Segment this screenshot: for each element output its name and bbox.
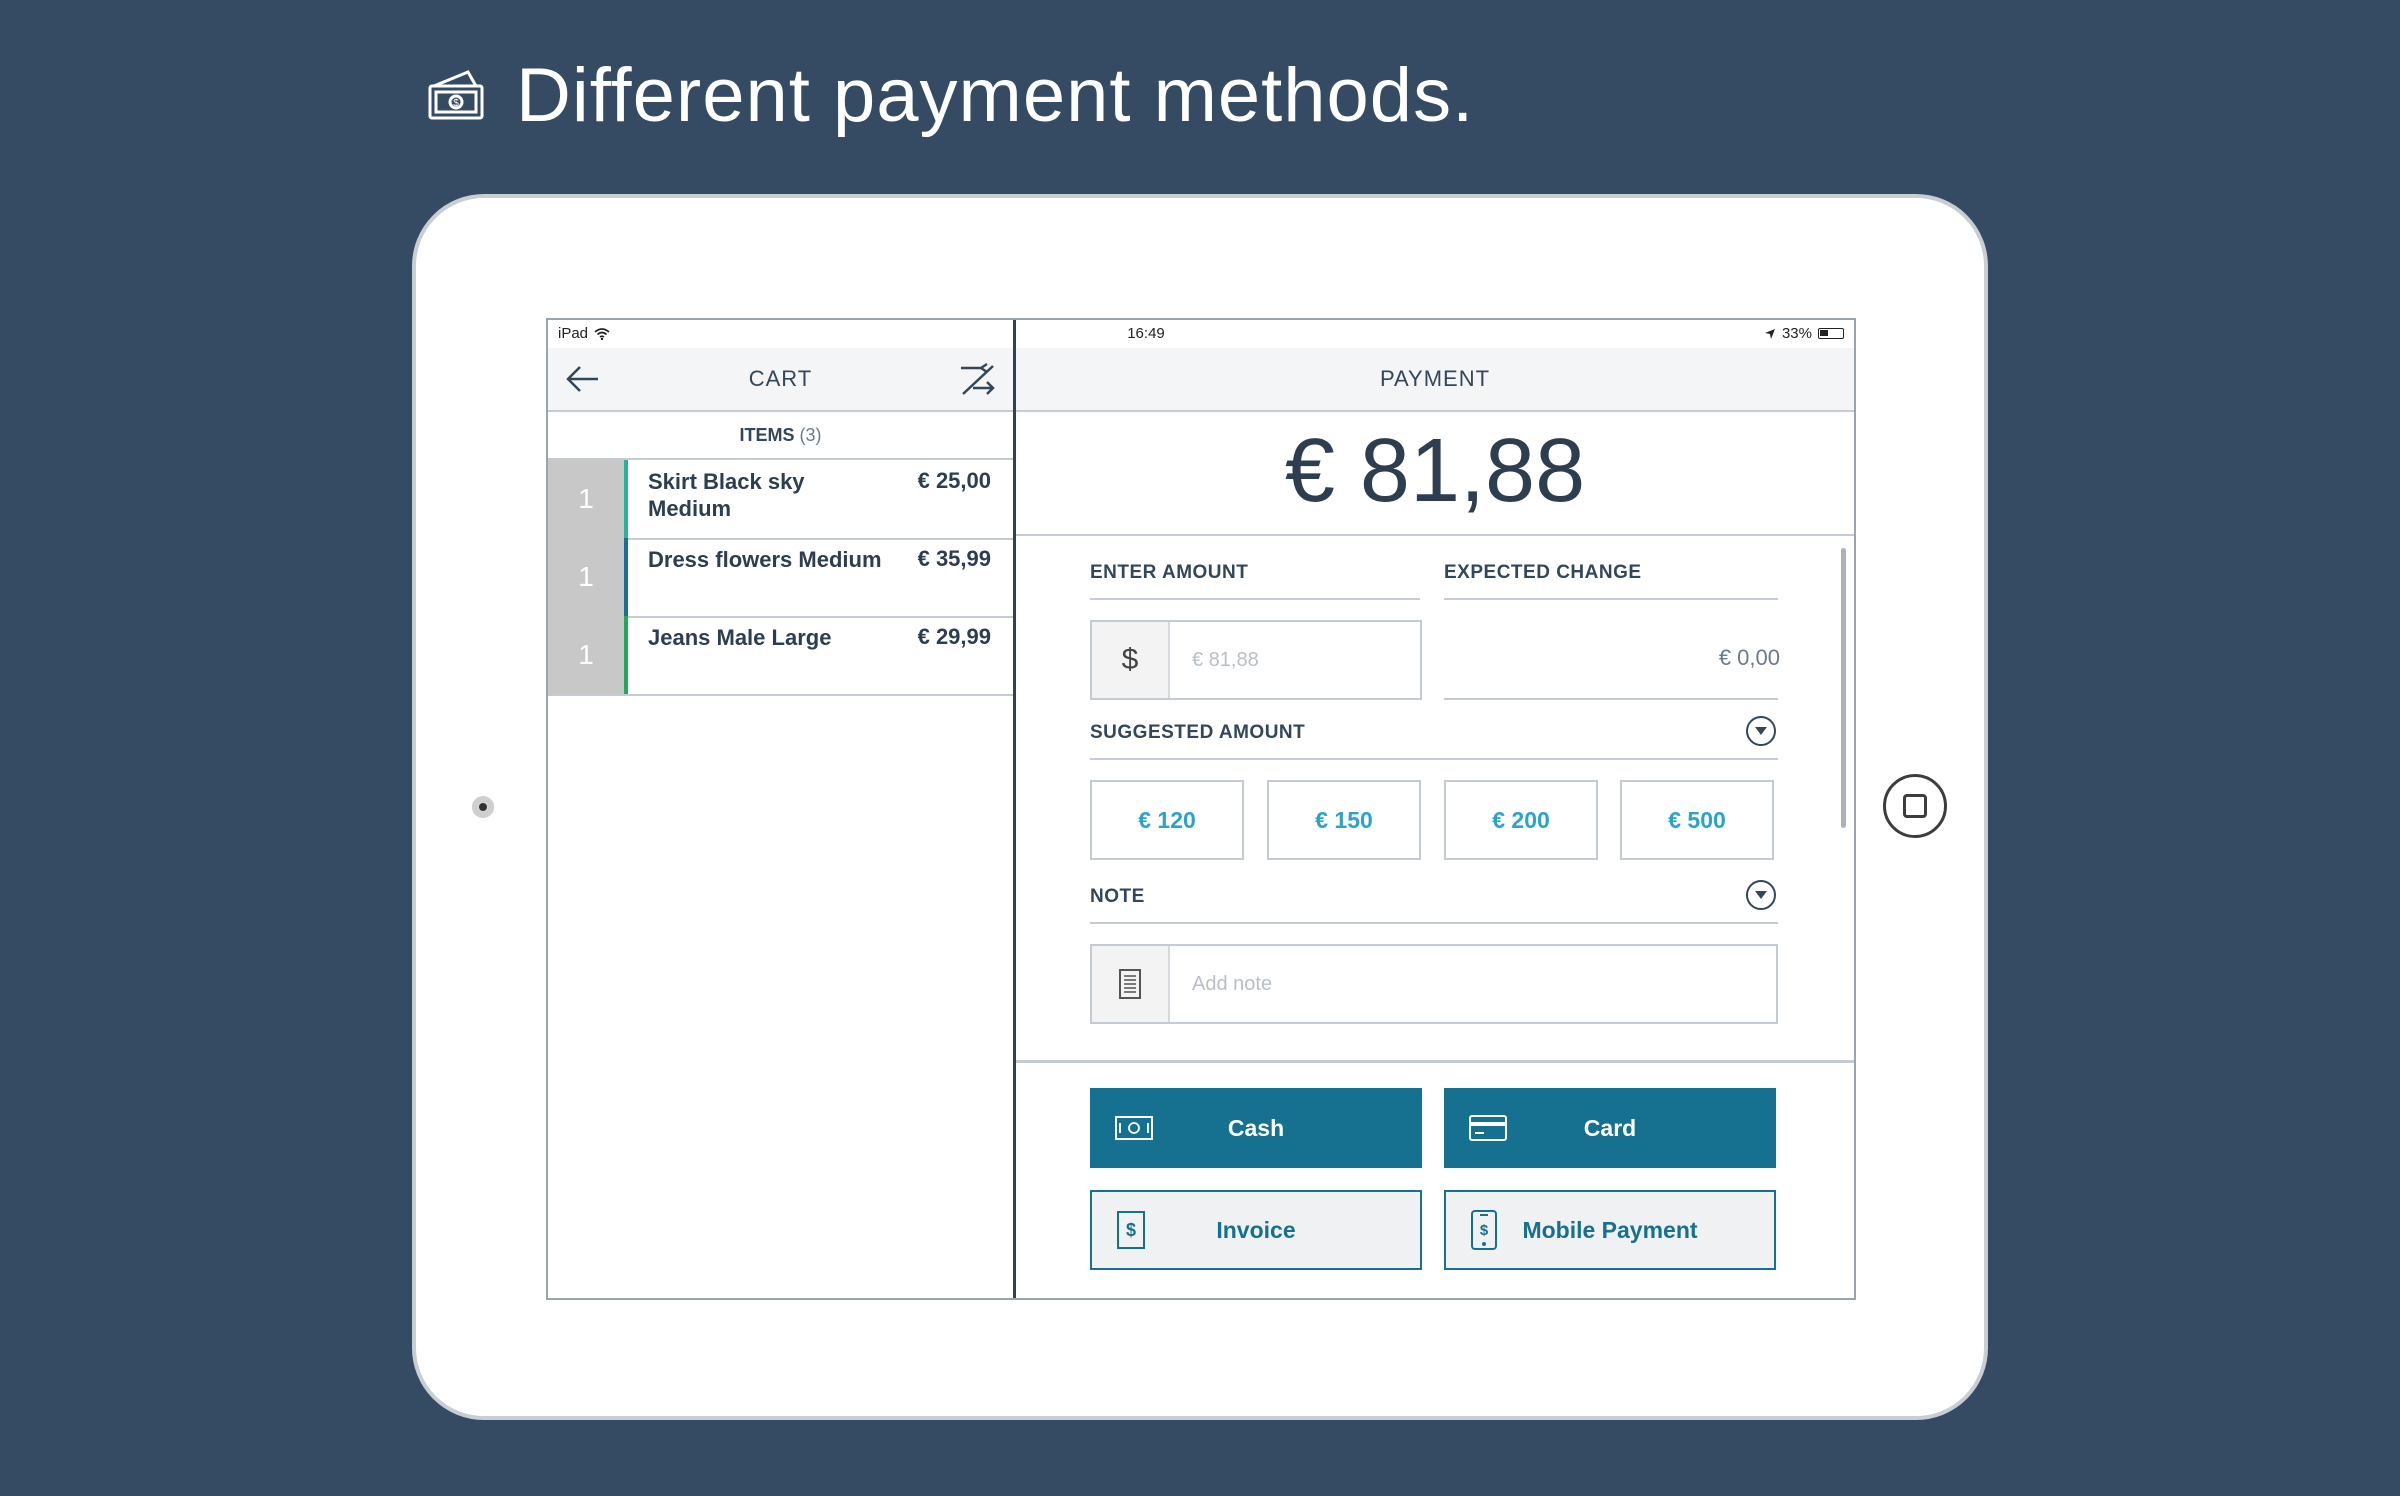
mobile-payment-button-label: Mobile Payment [1522,1216,1698,1243]
payment-pane: PAYMENT 16:49 33% € 81,88 ENTER AMOUNT E… [1016,320,1854,1298]
svg-text:$: $ [1126,1220,1136,1240]
divider [1444,698,1778,700]
note-label: NOTE [1090,886,1145,907]
battery-percent: 33% [1781,325,1812,342]
items-header: ITEMS (3) [548,412,1013,460]
status-bar-right: 16:49 33% [1016,320,1854,348]
location-arrow-icon [1764,328,1775,339]
scrollbar[interactable] [1841,548,1846,828]
note-input[interactable]: Add note [1090,944,1778,1024]
camera-icon [472,796,494,818]
divider [1444,598,1778,600]
payment-nav-bar: PAYMENT [1016,348,1854,412]
suggested-amount-label: SUGGESTED AMOUNT [1090,722,1306,743]
payment-title: PAYMENT [1379,366,1491,391]
card-button-label: Card [1583,1114,1637,1141]
svg-text:$: $ [453,98,459,109]
battery-icon [1818,328,1844,339]
invoice-icon: $ [1117,1211,1145,1249]
item-quantity[interactable]: 1 [548,538,624,616]
item-name: Jeans Male Large [648,625,832,650]
cash-button[interactable]: Cash [1090,1088,1422,1168]
item-color-stripe [624,460,628,538]
cart-nav-bar: CART [548,348,1013,412]
cart-item-row[interactable]: 1 Dress flowers Medium € 35,99 [548,538,1013,618]
item-color-stripe [624,616,628,694]
item-price: € 29,99 [917,624,991,649]
divider [1090,922,1778,924]
enter-amount-label: ENTER AMOUNT [1090,562,1249,583]
device-label: iPad [558,325,589,342]
headline-text: Different payment methods. [516,53,1475,138]
suggested-toggle-icon[interactable] [1746,716,1776,746]
amount-placeholder: € 81,88 [1192,648,1259,671]
cash-icon: $ [428,69,484,119]
home-button[interactable] [1883,774,1947,838]
item-quantity[interactable]: 1 [548,460,624,538]
card-button[interactable]: Card [1444,1088,1776,1168]
cart-item-row[interactable]: 1 Jeans Male Large € 29,99 [548,616,1013,696]
mobile-payment-icon: $ [1471,1210,1497,1250]
items-count: (3) [799,425,822,445]
note-icon [1092,946,1170,1022]
status-time: 16:49 [1127,325,1165,342]
item-quantity[interactable]: 1 [548,616,624,694]
divider [1016,1060,1854,1063]
expected-change-label: EXPECTED CHANGE [1444,562,1642,583]
invoice-button[interactable]: $ Invoice [1090,1190,1422,1270]
divider [1090,598,1420,600]
items-label: ITEMS [739,425,795,445]
item-name: Dress flowers Medium [648,547,882,572]
svg-text:$: $ [1480,1222,1489,1239]
item-name: Skirt Black sky Medium [648,469,805,521]
cash-icon [1115,1116,1153,1140]
payment-total: € 81,88 [1016,412,1854,536]
suggested-amount-button[interactable]: € 500 [1620,780,1774,860]
invoice-button-label: Invoice [1216,1216,1296,1243]
suggested-amount-button[interactable]: € 200 [1444,780,1598,860]
suggested-amount-button[interactable]: € 120 [1090,780,1244,860]
headline: $ Different payment methods. [424,52,1474,139]
item-price: € 35,99 [917,546,991,571]
cart-pane: CART iPad ITEMS (3) 1 Skirt Black sky Me… [548,320,1016,1298]
mobile-payment-button[interactable]: $ Mobile Payment [1444,1190,1776,1270]
amount-input[interactable]: $ € 81,88 [1090,620,1422,700]
expected-change-value: € 0,00 [1718,645,1780,670]
note-placeholder: Add note [1192,972,1273,995]
wifi-icon [594,327,610,340]
split-icon[interactable] [959,362,997,396]
note-toggle-icon[interactable] [1746,880,1776,910]
divider [1090,758,1778,760]
cart-title: CART [748,366,813,391]
credit-card-icon [1469,1115,1507,1141]
suggested-amount-button[interactable]: € 150 [1267,780,1421,860]
item-color-stripe [624,538,628,616]
cash-button-label: Cash [1227,1114,1285,1141]
ipad-screen: CART iPad ITEMS (3) 1 Skirt Black sky Me… [546,318,1856,1300]
cart-item-row[interactable]: 1 Skirt Black sky Medium € 25,00 [548,460,1013,540]
item-price: € 25,00 [917,468,991,493]
